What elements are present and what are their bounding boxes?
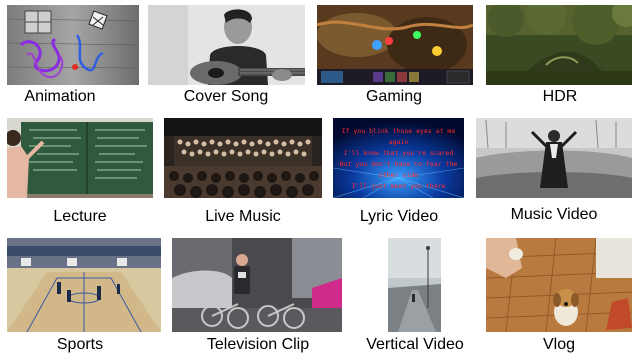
label-lyric-video: Lyric Video	[359, 208, 439, 225]
thumbnail-cover-song[interactable]	[148, 5, 305, 85]
vertical-video-frame	[388, 238, 441, 332]
label-cover-song: Cover Song	[183, 88, 269, 105]
label-hdr: HDR	[542, 88, 578, 105]
lyric-line: If you blink those eyes at me again	[341, 127, 456, 146]
lyric-line: I'll know that you're scared	[343, 149, 454, 157]
hdr-frame	[486, 5, 632, 85]
animation-frame	[7, 5, 139, 85]
label-vertical-video: Vertical Video	[366, 336, 464, 353]
label-lecture: Lecture	[53, 208, 107, 225]
gaming-frame	[317, 5, 473, 85]
thumbnail-vertical-video[interactable]	[388, 238, 441, 332]
label-gaming: Gaming	[365, 88, 423, 105]
cover-song-frame	[148, 5, 305, 85]
live-music-frame	[164, 118, 322, 198]
thumbnail-vlog[interactable]	[486, 238, 632, 332]
vlog-frame	[486, 238, 632, 332]
lyric-line: But you don't have to fear the	[339, 160, 458, 168]
thumbnail-lecture[interactable]	[7, 118, 153, 198]
label-live-music: Live Music	[205, 208, 281, 225]
label-music-video: Music Video	[510, 206, 598, 223]
lyric-lines: If you blink those eyes at me again I'll…	[333, 126, 464, 192]
thumbnail-animation[interactable]	[7, 5, 139, 85]
thumbnail-gaming[interactable]	[317, 5, 473, 85]
thumbnail-live-music[interactable]	[164, 118, 322, 198]
label-vlog: Vlog	[542, 336, 576, 353]
television-clip-frame	[172, 238, 342, 332]
thumbnail-lyric-video[interactable]: If you blink those eyes at me again I'll…	[333, 118, 464, 198]
thumbnail-television-clip[interactable]	[172, 238, 342, 332]
thumbnail-hdr[interactable]	[486, 5, 632, 85]
sports-frame	[7, 238, 161, 332]
label-sports: Sports	[56, 336, 104, 353]
thumbnail-music-video[interactable]	[476, 118, 632, 198]
lyric-line: other side	[378, 171, 419, 179]
label-television-clip: Television Clip	[206, 336, 310, 353]
lecture-frame	[7, 118, 153, 198]
music-video-frame	[476, 118, 632, 198]
lyric-line: I'll just meet you there	[351, 182, 446, 190]
thumbnail-sports[interactable]	[7, 238, 161, 332]
label-animation: Animation	[24, 88, 96, 105]
